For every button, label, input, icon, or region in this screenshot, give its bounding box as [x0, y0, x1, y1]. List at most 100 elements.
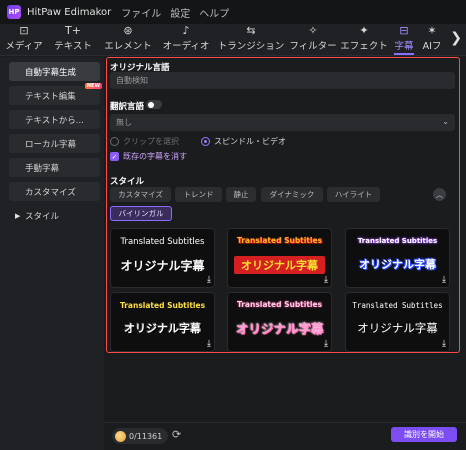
transition-icon: ⇆	[246, 24, 256, 37]
chevron-down-icon: ⌄	[442, 117, 449, 126]
download-icon[interactable]: ⤓	[324, 339, 328, 349]
delete-existing-checkbox[interactable]: ✓	[110, 152, 119, 161]
sidebar-item-auto-subtitle[interactable]: 自動字幕生成	[9, 62, 100, 81]
tab-audio[interactable]: ♪ オーディオ	[158, 23, 214, 55]
style-chip-bilingual[interactable]: バイリンガル	[110, 206, 172, 221]
card-jp-text: オリジナル字幕	[120, 259, 205, 273]
style-card-6[interactable]: Translated Subtitles オリジナル字幕 ⤓	[345, 292, 450, 352]
start-recognition-button[interactable]: 識別を開始	[391, 427, 457, 442]
sidebar-item-label: 自動字幕生成	[25, 67, 77, 78]
card-jp-text: オリジナル字幕	[234, 256, 325, 274]
card-jp-text: オリジナル字幕	[235, 321, 324, 336]
tab-label: オーディオ	[162, 41, 210, 52]
menu-help[interactable]: ヘルプ	[199, 5, 229, 20]
download-icon[interactable]: ⤓	[324, 275, 328, 285]
card-jp-text: オリジナル字幕	[124, 322, 201, 335]
style-chip-highlight[interactable]: ハイライト	[327, 187, 380, 202]
menu-file[interactable]: ファイル	[121, 5, 161, 20]
download-icon[interactable]: ⤓	[207, 275, 211, 285]
style-chip-customize[interactable]: カスタマイズ	[110, 187, 171, 202]
credit-counter: 0/11361	[112, 428, 168, 444]
sidebar-item-local-subtitle[interactable]: ローカル字幕	[9, 134, 100, 153]
sidebar-item-text-to[interactable]: テキストから...	[9, 110, 100, 129]
card-en-text: Translated Subtitles	[120, 237, 205, 247]
style-card-1[interactable]: Translated Subtitles オリジナル字幕 ⤓	[110, 228, 215, 288]
caret-right-icon: ▶	[15, 211, 21, 220]
chip-label: カスタマイズ	[118, 190, 163, 199]
chip-label: 静止	[233, 190, 249, 199]
select-value: 無し	[116, 118, 132, 127]
sidebar-item-style[interactable]: ▶ スタイル	[9, 206, 100, 225]
tab-label: フィルター	[289, 41, 337, 52]
radio-spindle[interactable]	[201, 137, 210, 146]
source-radio-group: クリップを選択 スピンドル・ビデオ	[110, 136, 286, 147]
collapse-icon[interactable]: ︿	[433, 188, 446, 201]
original-language-select[interactable]: 自動検知	[110, 72, 455, 89]
style-card-4[interactable]: Translated Subtitles オリジナル字幕 ⤓	[110, 292, 215, 352]
card-en-text: Translated Subtitles	[236, 300, 323, 309]
tab-media[interactable]: ⊡ メディア	[0, 23, 48, 55]
sidebar-item-manual-subtitle[interactable]: 手動字幕	[9, 158, 100, 177]
download-icon[interactable]: ⤓	[442, 275, 446, 285]
sidebar-item-label: テキスト編集	[25, 91, 76, 102]
refresh-icon[interactable]: ⟳	[172, 428, 181, 441]
ai-icon: ✶	[427, 24, 437, 37]
tab-element[interactable]: ⊛ エレメント	[98, 23, 158, 55]
translation-toggle[interactable]	[146, 100, 162, 109]
main-toolbar: ⊡ メディア T+ テキスト ⊛ エレメント ♪ オーディオ ⇆ トランジション…	[0, 24, 466, 56]
select-value: 自動検知	[116, 76, 148, 85]
start-button-label: 識別を開始	[404, 430, 444, 439]
tab-ai[interactable]: ✶ AIフ	[418, 23, 446, 55]
style-chip-dynamic[interactable]: ダイナミック	[261, 187, 323, 202]
radio-spindle-label: スピンドル・ビデオ	[214, 137, 286, 146]
chip-label: ハイライト	[334, 190, 373, 199]
chevron-right-icon[interactable]: ❯	[450, 30, 462, 46]
tab-effect[interactable]: ✦ エフェクト	[338, 23, 390, 55]
text-icon: T+	[65, 24, 81, 37]
sidebar-item-customize[interactable]: カスタマイズ	[9, 182, 100, 201]
app-window: HP HitPaw Edimakor ファイル 設定 ヘルプ ⊡ メディア T+…	[0, 0, 466, 450]
style-chip-trend[interactable]: トレンド	[175, 187, 222, 202]
audio-icon: ♪	[182, 24, 190, 37]
chip-label: トレンド	[183, 190, 214, 199]
tab-label: テキスト	[54, 41, 92, 52]
radio-clip[interactable]	[110, 137, 119, 146]
card-en-text: Translated Subtitles	[236, 236, 323, 245]
tab-transition[interactable]: ⇆ トランジション	[214, 23, 288, 55]
card-en-text: Translated Subtitles	[119, 301, 206, 310]
tab-label: エフェクト	[340, 41, 388, 52]
download-icon[interactable]: ⤓	[207, 339, 211, 349]
tab-subtitle[interactable]: ⊟ 字幕	[390, 23, 418, 55]
radio-clip-label: クリップを選択	[123, 137, 179, 146]
sidebar-item-label: 手動字幕	[25, 163, 60, 174]
card-jp-text: オリジナル字幕	[357, 321, 438, 335]
download-icon[interactable]: ⤓	[442, 339, 446, 349]
sidebar-item-text-edit[interactable]: テキスト編集 NEW	[9, 83, 102, 105]
style-label: スタイル	[110, 177, 145, 187]
new-badge: NEW	[84, 83, 102, 89]
media-icon: ⊡	[19, 24, 29, 37]
app-title: HitPaw Edimakor	[27, 6, 112, 18]
tab-text[interactable]: T+ テキスト	[48, 23, 98, 55]
filter-icon: ✧	[308, 24, 318, 37]
effect-icon: ✦	[359, 24, 369, 37]
translation-language-label: 翻訳言語	[110, 102, 145, 112]
chip-label: ダイナミック	[269, 190, 315, 199]
sidebar-item-label: スタイル	[25, 211, 60, 222]
tab-label: AIフ	[422, 41, 442, 52]
subtitle-icon: ⊟	[399, 24, 409, 37]
chip-label: バイリンガル	[118, 209, 164, 218]
sidebar-item-label: ローカル字幕	[25, 139, 77, 150]
tab-label: 字幕	[394, 41, 414, 52]
element-icon: ⊛	[123, 24, 133, 37]
menu-settings[interactable]: 設定	[170, 5, 190, 20]
style-card-3[interactable]: Translated Subtitles オリジナル字幕 ⤓	[345, 228, 450, 288]
style-card-5[interactable]: Translated Subtitles オリジナル字幕 ⤓	[227, 292, 332, 352]
coin-icon	[115, 430, 126, 442]
tab-filter[interactable]: ✧ フィルター	[288, 23, 338, 55]
style-chip-static[interactable]: 静止	[226, 187, 256, 202]
tab-label: メディア	[5, 41, 43, 52]
style-card-2[interactable]: Translated Subtitles オリジナル字幕 ⤓	[227, 228, 332, 288]
card-en-text: Translated Subtitles	[357, 237, 438, 245]
translation-language-select[interactable]: 無し ⌄	[110, 114, 455, 131]
